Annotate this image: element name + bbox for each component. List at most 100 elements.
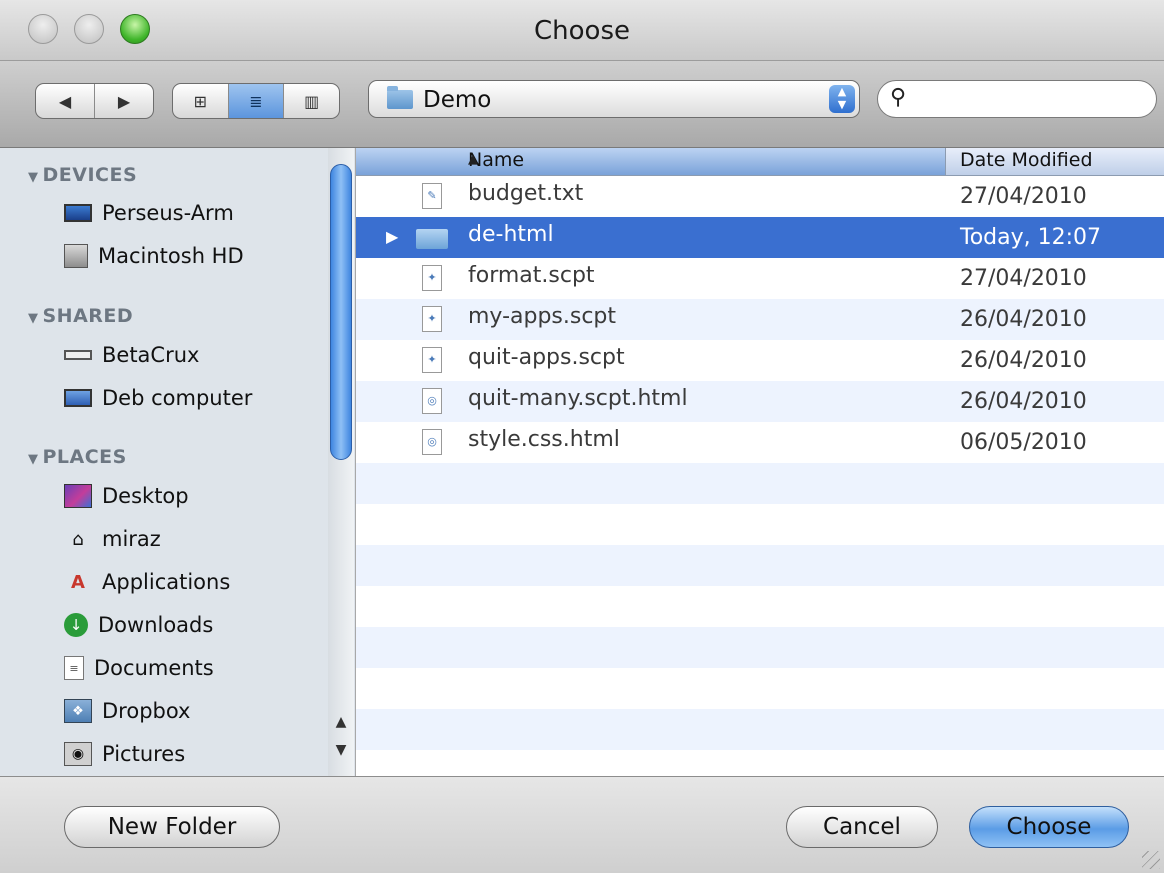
empty-row bbox=[356, 463, 1164, 504]
server-icon bbox=[64, 350, 92, 360]
popup-arrows-icon: ▲ ▼ bbox=[829, 85, 855, 113]
table-row[interactable]: ✦ quit-apps.scpt 26/04/2010 bbox=[356, 340, 1164, 381]
name-column-header[interactable]: Name ▲ bbox=[356, 148, 946, 175]
sidebar-scrollbar[interactable]: ▲ ▼ bbox=[328, 148, 354, 776]
sidebar-item-deb-computer[interactable]: Deb computer bbox=[64, 381, 252, 415]
disclosure-triangle-icon[interactable]: ▼ bbox=[28, 170, 39, 185]
hard-drive-icon bbox=[64, 244, 88, 268]
file-name: quit-many.scpt.html bbox=[468, 386, 688, 411]
applications-icon: A bbox=[71, 571, 85, 593]
sidebar-item-betacrux[interactable]: BetaCrux bbox=[64, 338, 199, 372]
sidebar-item-label: Documents bbox=[94, 656, 214, 680]
sidebar-section-shared[interactable]: ▼ SHARED bbox=[28, 305, 133, 327]
file-name: format.scpt bbox=[468, 263, 595, 288]
table-row[interactable]: ◎ quit-many.scpt.html 26/04/2010 bbox=[356, 381, 1164, 422]
empty-row bbox=[356, 545, 1164, 586]
title-bar[interactable]: Choose bbox=[0, 0, 1164, 61]
list-view-button[interactable]: ≣ bbox=[228, 84, 285, 118]
choose-button[interactable]: Choose bbox=[969, 806, 1129, 848]
sidebar-item-label: BetaCrux bbox=[102, 343, 200, 367]
sidebar-item-label: Applications bbox=[102, 570, 231, 594]
folder-icon bbox=[387, 86, 413, 109]
file-date: 26/04/2010 bbox=[960, 348, 1087, 373]
script-file-icon: ✦ bbox=[422, 347, 442, 373]
table-row[interactable]: ◎ style.css.html 06/05/2010 bbox=[356, 422, 1164, 463]
sidebar: ▼ DEVICES Perseus-Arm Macintosh HD ▼ SHARE… bbox=[0, 148, 356, 776]
file-date: 27/04/2010 bbox=[960, 184, 1087, 209]
folder-icon bbox=[416, 229, 448, 249]
scroll-down-arrow-icon[interactable]: ▼ bbox=[328, 742, 354, 758]
view-mode-control: ⊞ ≣ ▥ bbox=[172, 83, 340, 119]
choose-dialog: Choose ◀ ▶ ⊞ ≣ ▥ Demo ▲ ▼ ⚲ ▼ DEVICES Pers… bbox=[0, 0, 1164, 873]
date-modified-column-header[interactable]: Date Modified bbox=[960, 149, 1093, 171]
table-row[interactable]: ▶ de-html Today, 12:07 bbox=[356, 217, 1164, 258]
disclosure-triangle-icon[interactable]: ▶ bbox=[386, 227, 398, 246]
downloads-icon: ↓ bbox=[64, 613, 88, 637]
empty-row bbox=[356, 586, 1164, 627]
script-file-icon: ✦ bbox=[422, 306, 442, 332]
table-row[interactable]: ✦ format.scpt 27/04/2010 bbox=[356, 258, 1164, 299]
table-row[interactable]: ✎ budget.txt 27/04/2010 bbox=[356, 176, 1164, 217]
documents-icon: ≡ bbox=[64, 656, 84, 680]
sidebar-item-perseus-arm[interactable]: Perseus-Arm bbox=[64, 196, 234, 230]
sidebar-item-label: Deb computer bbox=[102, 386, 253, 410]
sidebar-item-documents[interactable]: ≡ Documents bbox=[64, 651, 214, 685]
text-file-icon: ✎ bbox=[422, 183, 442, 209]
dropbox-icon: ❖ bbox=[64, 699, 92, 723]
sidebar-item-label: Desktop bbox=[102, 484, 189, 508]
empty-row bbox=[356, 709, 1164, 750]
search-icon: ⚲ bbox=[890, 85, 907, 110]
sidebar-item-label: Perseus-Arm bbox=[102, 201, 234, 225]
column-header: Name ▲ Date Modified bbox=[356, 148, 1164, 176]
laptop-icon bbox=[64, 204, 92, 222]
empty-row bbox=[356, 504, 1164, 545]
sidebar-item-label: Downloads bbox=[98, 613, 214, 637]
file-list: Name ▲ Date Modified ✎ budget.txt 27/04/… bbox=[356, 148, 1164, 776]
sort-ascending-icon: ▲ bbox=[468, 152, 478, 167]
new-folder-button[interactable]: New Folder bbox=[64, 806, 280, 848]
file-date: 27/04/2010 bbox=[960, 266, 1087, 291]
file-date: Today, 12:07 bbox=[960, 225, 1102, 250]
file-date: 06/05/2010 bbox=[960, 430, 1087, 455]
icon-view-button[interactable]: ⊞ bbox=[173, 84, 229, 118]
back-button[interactable]: ◀ bbox=[36, 84, 95, 118]
sidebar-scroll-thumb[interactable] bbox=[330, 164, 352, 460]
file-name: style.css.html bbox=[468, 427, 620, 452]
resize-grip-icon[interactable] bbox=[1142, 851, 1160, 869]
empty-row bbox=[356, 627, 1164, 668]
disclosure-triangle-icon[interactable]: ▼ bbox=[28, 311, 39, 326]
pictures-icon: ◉ bbox=[64, 742, 92, 766]
html-file-icon: ◎ bbox=[422, 429, 442, 455]
file-date: 26/04/2010 bbox=[960, 389, 1087, 414]
search-field[interactable]: ⚲ bbox=[877, 80, 1157, 118]
sidebar-item-applications[interactable]: A Applications bbox=[64, 565, 230, 599]
cancel-button[interactable]: Cancel bbox=[786, 806, 938, 848]
sidebar-item-desktop[interactable]: Desktop bbox=[64, 479, 189, 513]
sidebar-section-devices[interactable]: ▼ DEVICES bbox=[28, 164, 137, 186]
disclosure-triangle-icon[interactable]: ▼ bbox=[28, 452, 39, 467]
sidebar-item-label: Dropbox bbox=[102, 699, 191, 723]
table-row[interactable]: ✦ my-apps.scpt 26/04/2010 bbox=[356, 299, 1164, 340]
file-name: budget.txt bbox=[468, 181, 584, 206]
file-name: de-html bbox=[468, 222, 554, 247]
scroll-up-arrow-icon[interactable]: ▲ bbox=[328, 714, 354, 730]
html-file-icon: ◎ bbox=[422, 388, 442, 414]
sidebar-item-downloads[interactable]: ↓ Downloads bbox=[64, 608, 213, 642]
desktop-icon bbox=[64, 484, 92, 508]
search-input[interactable] bbox=[918, 87, 1147, 113]
monitor-icon bbox=[64, 389, 92, 407]
sidebar-item-miraz[interactable]: ⌂ miraz bbox=[64, 522, 161, 556]
sidebar-item-dropbox[interactable]: ❖ Dropbox bbox=[64, 694, 190, 728]
location-label: Demo bbox=[423, 87, 492, 113]
file-name: quit-apps.scpt bbox=[468, 345, 625, 370]
forward-button[interactable]: ▶ bbox=[95, 84, 153, 118]
sidebar-item-label: miraz bbox=[102, 527, 161, 551]
location-popup[interactable]: Demo ▲ ▼ bbox=[368, 80, 860, 118]
sidebar-item-label: Macintosh HD bbox=[98, 244, 244, 268]
column-view-button[interactable]: ▥ bbox=[284, 84, 339, 118]
sidebar-section-places[interactable]: ▼ PLACES bbox=[28, 446, 127, 468]
sidebar-item-pictures[interactable]: ◉ Pictures bbox=[64, 737, 185, 771]
sidebar-item-macintosh-hd[interactable]: Macintosh HD bbox=[64, 239, 244, 273]
file-name: my-apps.scpt bbox=[468, 304, 617, 329]
script-file-icon: ✦ bbox=[422, 265, 442, 291]
